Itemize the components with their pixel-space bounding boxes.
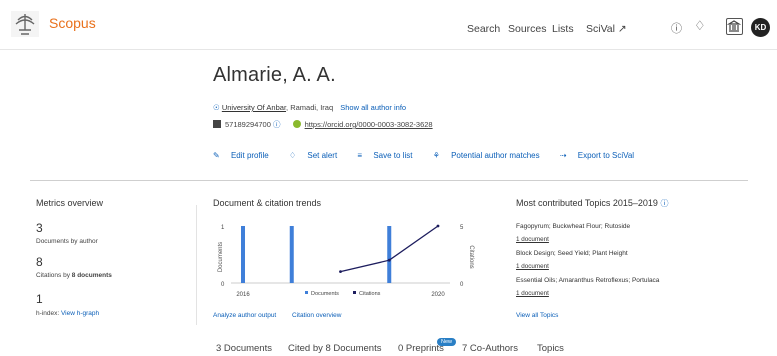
topic-document-link[interactable]: 1 document xyxy=(516,236,549,243)
set-alert-button[interactable]: ♢ Set alert xyxy=(289,151,346,160)
nav-sources[interactable]: Sources xyxy=(508,23,547,35)
nav-lists[interactable]: Lists xyxy=(552,23,574,35)
document-bar xyxy=(289,226,294,283)
metrics-title: Metrics overview xyxy=(36,198,104,208)
documents-count[interactable]: 3 xyxy=(36,221,43,235)
nav-scival[interactable]: SciVal ↗ xyxy=(586,23,627,35)
x-tick-label: 2016 xyxy=(236,292,250,298)
institution-icon[interactable] xyxy=(726,18,743,35)
section-divider xyxy=(30,180,748,181)
topic-name: Fagopyrum; Buckwheat Flour; Rutoside xyxy=(516,223,631,230)
orcid-link[interactable]: https://orcid.org/0000-0003-3082-3628 xyxy=(305,120,433,129)
topic-document-link[interactable]: 1 document xyxy=(516,290,549,297)
document-bar xyxy=(387,226,392,283)
citation-point xyxy=(387,258,391,262)
potential-matches-button[interactable]: ⚘ Potential author matches xyxy=(433,151,549,160)
citations-count[interactable]: 8 xyxy=(36,255,43,269)
y-tick-right: 5 xyxy=(460,225,464,231)
show-author-info-link[interactable]: Show all author info xyxy=(340,103,406,112)
nav-search[interactable]: Search xyxy=(467,23,500,35)
document-bar xyxy=(241,226,245,283)
documents-label: Documents by author xyxy=(36,238,98,245)
topic-name: Block Design; Seed Yield; Plant Height xyxy=(516,250,628,257)
author-identifiers: 57189294700 ⓘ https://orcid.org/0000-000… xyxy=(213,119,433,130)
y-tick-left: 1 xyxy=(221,225,225,231)
users-icon: ⚘ xyxy=(432,151,440,160)
legend-citations: Citations xyxy=(359,291,381,297)
brand-name[interactable]: Scopus xyxy=(49,15,96,31)
topic-name: Essential Oils; Amaranthus Retroflexus; … xyxy=(516,277,660,284)
info-icon[interactable]: ⓘ xyxy=(273,120,281,129)
list-icon: ≡ xyxy=(357,151,363,160)
hindex-label: h-index: xyxy=(36,310,60,317)
hindex-value: 1 xyxy=(36,292,43,306)
author-name: Almarie, A. A. xyxy=(213,64,336,86)
y-axis-label-right: Citations xyxy=(468,245,474,268)
save-to-list-label: Save to list xyxy=(373,151,413,160)
legend-documents: Documents xyxy=(311,291,339,297)
affiliation-location: , Ramadi, Iraq xyxy=(286,103,334,112)
tab-cited-by[interactable]: Cited by 8 Documents xyxy=(288,343,381,354)
legend-swatch-citations xyxy=(353,291,356,294)
info-icon[interactable]: ⓘ xyxy=(660,199,668,208)
avatar[interactable]: KD xyxy=(751,18,770,37)
citation-point xyxy=(436,224,440,228)
tab-topics[interactable]: Topics xyxy=(537,343,564,354)
hindex-row: h-index: View h-graph xyxy=(36,310,99,317)
topics-title-text: Most contributed Topics 2015–2019 xyxy=(516,198,658,208)
scopus-id: 57189294700 xyxy=(225,120,271,129)
citation-point xyxy=(339,270,342,273)
top-navigation-bar: Scopus Search Sources Lists SciVal ↗ ⓘ ♢… xyxy=(0,0,777,50)
topic-document-link[interactable]: 1 document xyxy=(516,263,549,270)
export-icon: ⇢ xyxy=(559,151,567,160)
affiliation-link[interactable]: University Of Anbar xyxy=(222,103,286,112)
edit-profile-button[interactable]: ✎ Edit profile xyxy=(213,151,278,160)
author-actions: ✎ Edit profile ♢ Set alert ≡ Save to lis… xyxy=(213,151,652,160)
edit-profile-label: Edit profile xyxy=(230,151,269,160)
bell-icon: ♢ xyxy=(288,151,297,160)
y-tick-left: 0 xyxy=(221,282,225,288)
trends-chart: 1 0 5 0 Documents Citations 2016 2020 Documents C… xyxy=(213,210,483,307)
y-axis-label-left: Documents xyxy=(218,242,224,272)
column-separator xyxy=(196,205,197,325)
author-affiliation: ☉ University Of Anbar, Ramadi, Iraq Show… xyxy=(213,103,406,112)
orcid-icon xyxy=(292,120,301,128)
export-scival-label: Export to SciVal xyxy=(577,151,635,160)
analyze-output-link[interactable]: Analyze author output xyxy=(213,312,276,319)
trends-title: Document & citation trends xyxy=(213,198,322,208)
potential-matches-label: Potential author matches xyxy=(451,151,540,160)
pencil-icon: ✎ xyxy=(213,151,220,160)
y-tick-right: 0 xyxy=(460,282,464,288)
view-hgraph-link[interactable]: View h-graph xyxy=(61,310,99,317)
location-icon: ☉ xyxy=(213,103,220,112)
new-badge: New xyxy=(437,338,456,346)
export-scival-button[interactable]: ⇢ Export to SciVal xyxy=(560,151,643,160)
citations-label-text: Citations by xyxy=(36,272,72,279)
citation-overview-link[interactable]: Citation overview xyxy=(292,312,342,319)
bell-icon[interactable]: ♢ xyxy=(694,18,706,34)
citations-label: Citations by 8 documents xyxy=(36,272,112,279)
tab-documents[interactable]: 3 Documents xyxy=(216,343,272,354)
x-tick-label: 2020 xyxy=(431,292,445,298)
set-alert-label: Set alert xyxy=(307,151,338,160)
legend-swatch-documents xyxy=(305,291,308,294)
scopus-id-icon xyxy=(213,120,221,128)
view-all-topics-link[interactable]: View all Topics xyxy=(516,312,558,319)
tab-co-authors[interactable]: 7 Co-Authors xyxy=(462,343,518,354)
elsevier-logo-icon[interactable] xyxy=(10,10,40,38)
trends-chart-svg: 1050Documents Citations2016 2020Documents C… xyxy=(218,224,474,298)
save-to-list-button[interactable]: ≡ Save to list xyxy=(357,151,421,160)
help-icon[interactable]: ⓘ xyxy=(671,20,682,36)
topics-title: Most contributed Topics 2015–2019 ⓘ xyxy=(516,198,668,209)
citations-label-bold: 8 documents xyxy=(71,272,112,279)
